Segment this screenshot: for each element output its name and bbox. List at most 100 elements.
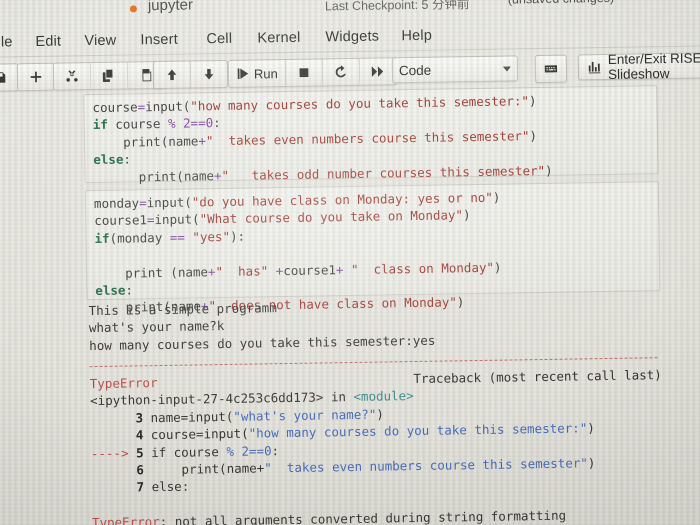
code-token: : [271, 442, 280, 458]
code-token: ) [493, 259, 502, 275]
traceback-gutter-pad [91, 428, 136, 444]
code-token: ) [544, 162, 553, 178]
menu-item-edit[interactable]: Edit [35, 34, 61, 50]
save-button[interactable] [0, 64, 18, 91]
code-token: if course [143, 443, 227, 460]
rise-slideshow-button-label: Enter/Exit RISE Slideshow [607, 50, 700, 82]
code-token: == [248, 443, 265, 459]
error-type-name: TypeError [89, 375, 158, 392]
notebook-name[interactable]: jupyter [148, 0, 193, 14]
run-cell-button[interactable]: Run [228, 60, 287, 87]
code-token: ) [462, 207, 471, 223]
code-token: : [213, 115, 221, 131]
code-editor[interactable]: course=input("how many courses do you ta… [92, 90, 649, 186]
menu-item-file[interactable]: File [0, 34, 13, 50]
toolbar-group-4: Run [227, 57, 398, 88]
scissors-icon [65, 69, 79, 83]
copy-cell-button[interactable] [90, 62, 129, 90]
menu-item-view[interactable]: View [84, 33, 116, 50]
run-icon [236, 67, 250, 81]
move-cell-up-button[interactable] [153, 61, 192, 89]
code-token: " takes odd number courses this semester… [221, 162, 546, 183]
paste-icon [139, 68, 153, 82]
code-cell-2[interactable]: monday=input("do you have class on Monda… [84, 181, 661, 315]
save-icon [0, 70, 7, 84]
code-token: input [154, 211, 193, 228]
move-cell-down-button[interactable] [191, 61, 227, 88]
code-token: ) [587, 455, 596, 471]
traceback-input-ref: <ipython-input-27-4c253c6dd173> [89, 389, 324, 409]
code-token: input [146, 194, 185, 211]
code-token: name=input( [142, 408, 234, 426]
command-palette-button[interactable] [534, 54, 568, 84]
arrow-up-icon [165, 68, 179, 82]
menu-item-widgets[interactable]: Widgets [325, 29, 379, 46]
stop-square-icon [297, 66, 311, 80]
code-token: course [107, 116, 169, 133]
menu-item-kernel[interactable]: Kernel [257, 30, 300, 47]
code-token: else: [144, 479, 190, 495]
code-token: " has" [215, 262, 269, 279]
chevron-down-icon [502, 65, 511, 72]
restart-kernel-button[interactable] [322, 58, 361, 86]
restart-icon [334, 65, 348, 79]
code-token: (name [170, 263, 209, 280]
code-token: "What course do you take on Monday" [199, 207, 464, 227]
copy-icon [102, 69, 116, 83]
keyboard-icon [544, 62, 558, 76]
code-token: if [92, 117, 108, 133]
cell-stdout-output: This is a simple programm what's your nam… [89, 293, 662, 354]
jupyter-logo-icon [129, 0, 137, 17]
cell-error-output: TypeError Traceback (most recent call las… [90, 366, 664, 525]
code-token: course [92, 99, 138, 116]
code-token: ) [492, 189, 501, 205]
last-checkpoint-label: Last Checkpoint: 5 分钟前 [324, 0, 470, 14]
code-token: print [94, 264, 171, 281]
code-token: monday [93, 195, 140, 212]
menu-item-insert[interactable]: Insert [140, 32, 178, 49]
interrupt-kernel-button[interactable] [285, 59, 324, 87]
cell-type-select[interactable]: Code [391, 55, 519, 84]
menu-bar: File Edit View Insert Cell Kernel Widgets Help [0, 20, 700, 58]
code-token: (name [160, 133, 199, 149]
toolbar-group-2 [52, 60, 166, 91]
plus-icon [29, 70, 43, 84]
code-token: ): [229, 228, 246, 244]
code-token: ) [376, 406, 384, 422]
code-token: course=input( [143, 425, 249, 443]
code-token: input [145, 98, 183, 115]
code-token: (monday [109, 229, 170, 246]
code-token: (name [176, 167, 215, 184]
error-separator [89, 357, 658, 368]
code-token: print [93, 168, 177, 185]
code-token: course1 [94, 212, 148, 229]
menu-item-cell[interactable]: Cell [206, 31, 232, 47]
rise-slideshow-button[interactable]: Enter/Exit RISE Slideshow [577, 50, 700, 82]
code-token: ) [528, 93, 537, 109]
traceback-gutter-pad [91, 480, 136, 496]
code-token: : [125, 282, 134, 298]
jupyter-notebook-screenshot: jupyter Last Checkpoint: 5 分钟前 (unsaved … [0, 0, 700, 525]
cut-cell-button[interactable] [53, 63, 92, 90]
code-token: == [169, 229, 185, 245]
unsaved-changes-label: (unsaved changes) [508, 0, 615, 7]
final-error-type: TypeError [91, 514, 160, 525]
toolbar-group-3 [152, 59, 229, 90]
traceback-gutter-pad [91, 462, 136, 478]
code-cell-1[interactable]: course=input("how many courses do you ta… [83, 85, 659, 186]
cell-type-select-value: Code [398, 62, 432, 78]
run-cell-button-label: Run [253, 65, 278, 82]
code-token: course1 [283, 261, 337, 278]
code-token: : [123, 151, 132, 167]
code-token: else [95, 282, 126, 299]
traceback-arrow-marker: ----> [90, 445, 137, 461]
menu-item-help[interactable]: Help [401, 28, 432, 44]
code-token: == [190, 115, 206, 131]
insert-cell-below-button[interactable] [18, 64, 54, 91]
code-token: " class on Monday" [350, 259, 495, 277]
code-token: "yes" [192, 228, 231, 245]
restart-and-run-all-button[interactable] [360, 58, 396, 85]
code-token: ) [587, 420, 595, 436]
code-token: ) [529, 127, 538, 144]
code-token: "what's your name?" [233, 406, 377, 424]
